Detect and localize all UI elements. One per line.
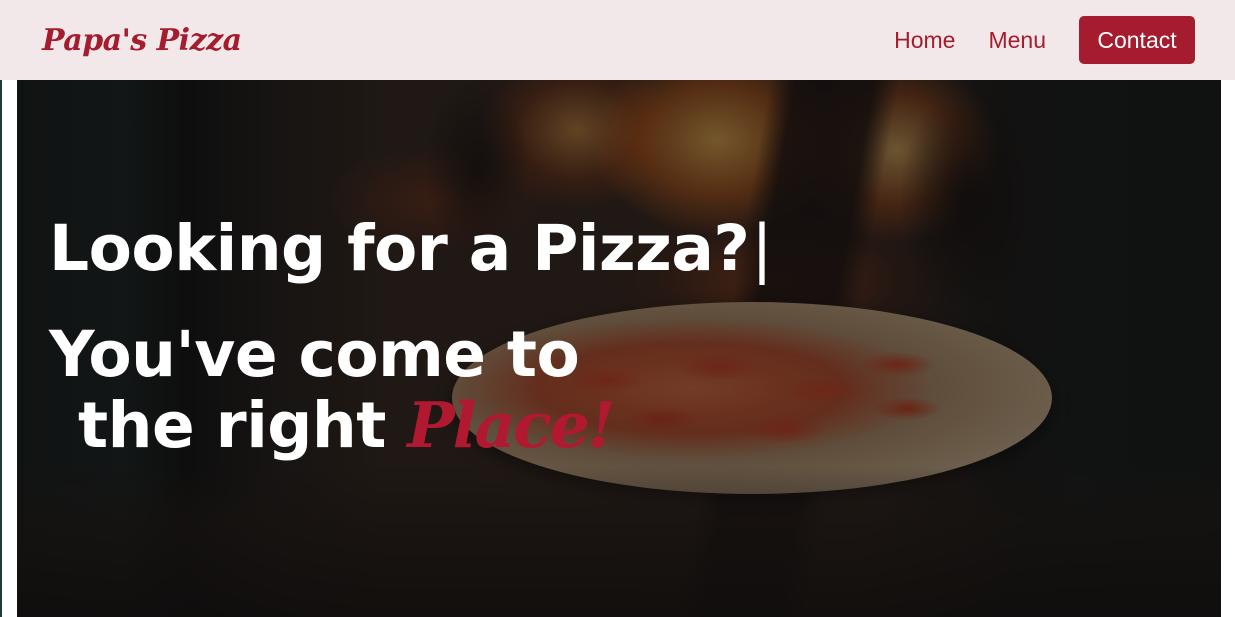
nav-link-menu[interactable]: Menu <box>988 27 1046 54</box>
left-edge-strip <box>0 80 17 617</box>
contact-button[interactable]: Contact <box>1079 16 1195 64</box>
nav-link-home[interactable]: Home <box>894 27 955 54</box>
page: Papa's Pizza Home Menu Contact Looking f… <box>0 0 1235 617</box>
hero-section: Looking for a Pizza?| You've come to the… <box>17 80 1221 617</box>
hero-accent-word: Place! <box>407 388 615 462</box>
hero-line-1: Looking for a Pizza?| <box>49 212 773 285</box>
hero-line-3-text: the right <box>78 389 386 462</box>
nav-links: Home Menu Contact <box>894 16 1195 64</box>
typing-cursor: | <box>751 212 773 285</box>
hero-line-3: the right Place! <box>78 388 616 462</box>
hero-line-1-text: Looking for a Pizza? <box>49 212 750 285</box>
navbar: Papa's Pizza Home Menu Contact <box>0 0 1235 80</box>
brand-logo[interactable]: Papa's Pizza <box>42 23 242 58</box>
hero-line-2: You've come to <box>49 318 580 391</box>
